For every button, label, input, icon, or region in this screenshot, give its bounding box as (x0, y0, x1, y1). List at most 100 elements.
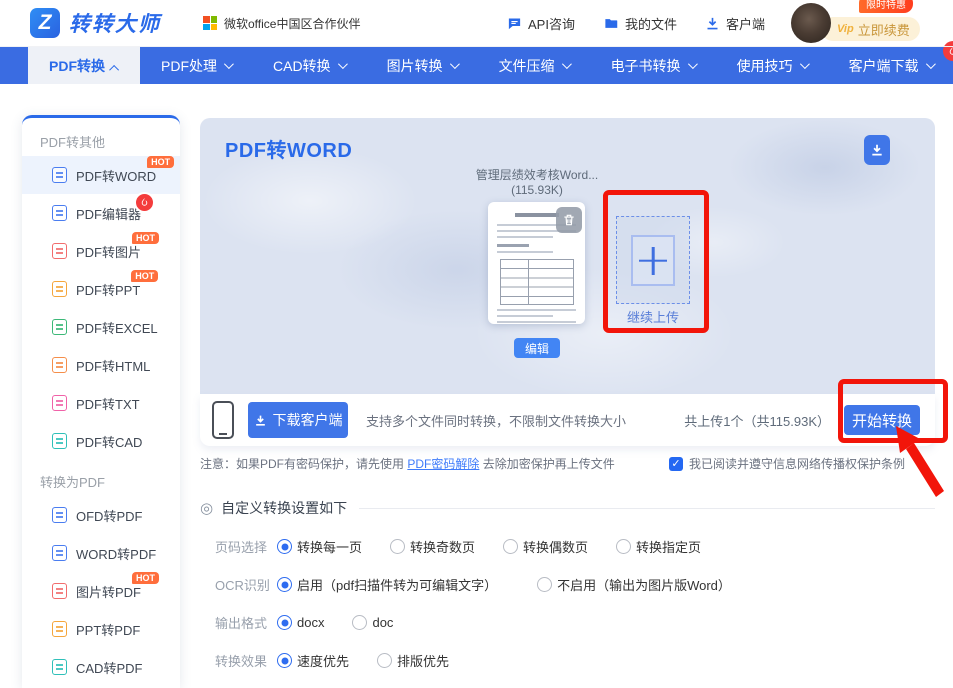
sidebar-item-word-to-pdf[interactable]: WORD转PDF (22, 534, 180, 572)
chevron-down-icon (926, 59, 936, 69)
header: Z 转转大师 微软office中国区合作伙伴 API咨询 我的文件 客户端 Vi… (0, 0, 953, 47)
radio-option[interactable]: 转换偶数页 (503, 537, 588, 556)
sidebar-item-ppt-to-pdf[interactable]: PPT转PDF (22, 610, 180, 648)
app-logo[interactable]: Z 转转大师 (30, 8, 161, 38)
ms-partner: 微软office中国区合作伙伴 (203, 15, 360, 32)
download-icon (705, 16, 720, 31)
avatar[interactable] (791, 3, 831, 43)
page-title: PDF转WORD (225, 134, 352, 163)
nav-item-pdf-convert[interactable]: PDF转换 (28, 47, 140, 84)
doc-icon (52, 319, 67, 335)
doc-icon (52, 395, 67, 411)
account-area: Vip 立即续费 限时特惠 (791, 2, 903, 44)
agreement-checkbox[interactable]: ✓ (669, 457, 683, 471)
uploaded-file-name: 管理层绩效考核Word... (115.93K) (442, 168, 632, 198)
doc-icon (52, 167, 67, 183)
settings-title-row: ◎ 自定义转换设置如下 (200, 498, 935, 518)
radio-option[interactable]: 速度优先 (277, 651, 349, 670)
hot-badge: HOT (132, 572, 159, 584)
plus-icon (631, 235, 675, 286)
api-consult-link[interactable]: API咨询 (507, 14, 575, 33)
client-download-link[interactable]: 客户端 (705, 14, 765, 33)
hot-badge: HOT (131, 270, 158, 282)
chat-icon (507, 16, 522, 31)
sidebar-section-title: 转换为PDF (40, 470, 180, 496)
sidebar-section-title: PDF转其他 (40, 130, 180, 156)
promo-badge: 限时特惠 (859, 0, 913, 13)
sidebar-item-pdf-to-cad[interactable]: PDF转CAD (22, 422, 180, 460)
radio-icon (352, 615, 367, 630)
sidebar-item-cad-to-pdf[interactable]: CAD转PDF (22, 648, 180, 686)
sidebar-item-pdf-to-word[interactable]: PDF转WORD HOT (22, 156, 180, 194)
nav-item-tips[interactable]: 使用技巧 (716, 47, 828, 84)
doc-icon (52, 357, 67, 373)
sidebar-item-pdf-to-image[interactable]: PDF转图片 HOT (22, 232, 180, 270)
radio-icon (390, 539, 405, 554)
pdf-password-remove-link[interactable]: PDF密码解除 (407, 457, 479, 471)
partner-text: 微软office中国区合作伙伴 (224, 15, 360, 32)
download-client-button[interactable]: 下载客户端 (248, 402, 348, 438)
radio-icon (537, 577, 552, 592)
sidebar-item-pdf-editor[interactable]: PDF编辑器 (22, 194, 180, 232)
chevron-up-icon (109, 64, 119, 74)
upload-count-text: 共上传1个（共115.93K） (684, 411, 830, 430)
nav-item-pdf-process[interactable]: PDF处理 (140, 47, 252, 84)
radio-option[interactable]: 转换指定页 (616, 537, 701, 556)
sidebar-item-image-to-pdf[interactable]: 图片转PDF HOT (22, 572, 180, 610)
support-text: 支持多个文件同时转换，不限制文件转换大小 (366, 411, 626, 430)
edit-button[interactable]: 编辑 (514, 338, 560, 358)
radio-selected-icon (277, 577, 292, 592)
setting-row-ocr: OCR识别 启用（pdf扫描件转为可编辑文字） 不启用（输出为图片版Word） (200, 575, 935, 594)
folder-icon (603, 16, 619, 31)
upload-panel: PDF转WORD 管理层绩效考核Word... (115.93K) (200, 118, 935, 394)
download-icon (254, 414, 267, 427)
logo-text: 转转大师 (69, 8, 161, 38)
radio-icon (377, 653, 392, 668)
agreement-text: 我已阅读并遵守信息网络传播权保护条例 (689, 455, 905, 472)
nav-item-client-download[interactable]: 客户端下载 (828, 47, 953, 84)
settings-icon: ◎ (200, 499, 213, 517)
chevron-down-icon (562, 59, 572, 69)
nav-item-ebook-convert[interactable]: 电子书转换 (590, 47, 716, 84)
radio-option[interactable]: 排版优先 (377, 651, 449, 670)
sidebar-item-pdf-to-txt[interactable]: PDF转TXT (22, 384, 180, 422)
radio-option[interactable]: 转换每一页 (277, 537, 362, 556)
radio-option[interactable]: 启用（pdf扫描件转为可编辑文字） (277, 575, 497, 594)
radio-option[interactable]: 转换奇数页 (390, 537, 475, 556)
action-bar: 下载客户端 支持多个文件同时转换，不限制文件转换大小 共上传1个（共115.93… (200, 394, 935, 446)
password-notice: 注意：如果PDF有密码保护，请先使用 PDF密码解除 去除加密保护再上传文件 (200, 455, 615, 472)
doc-icon (52, 243, 67, 259)
doc-icon (52, 545, 67, 561)
sidebar-item-ofd-to-pdf[interactable]: OFD转PDF (22, 496, 180, 534)
sidebar-item-pdf-to-ppt[interactable]: PDF转PPT HOT (22, 270, 180, 308)
microsoft-logo-icon (203, 16, 217, 30)
chevron-down-icon (800, 59, 810, 69)
chevron-down-icon (450, 59, 460, 69)
convert-button[interactable]: 开始转换 (844, 405, 920, 435)
radio-selected-icon (277, 615, 292, 630)
chevron-down-icon (338, 59, 348, 69)
renew-button[interactable]: Vip 立即续费 (821, 17, 920, 41)
sidebar: PDF转其他 PDF转WORD HOT PDF编辑器 PDF转图片 HOT PD… (22, 115, 180, 688)
phone-icon (212, 401, 234, 439)
sidebar-item-pdf-to-html[interactable]: PDF转HTML (22, 346, 180, 384)
radio-icon (503, 539, 518, 554)
doc-icon (52, 621, 67, 637)
radio-option[interactable]: docx (277, 615, 324, 630)
fire-badge-icon (134, 192, 155, 213)
radio-option[interactable]: doc (352, 615, 393, 630)
nav-item-cad-convert[interactable]: CAD转换 (252, 47, 366, 84)
doc-icon (52, 507, 67, 523)
radio-selected-icon (277, 539, 292, 554)
setting-row-page-select: 页码选择 转换每一页 转换奇数页 转换偶数页 转换指定页 (200, 537, 935, 556)
radio-option[interactable]: 不启用（输出为图片版Word） (537, 575, 731, 594)
doc-icon (52, 281, 67, 297)
my-files-link[interactable]: 我的文件 (603, 14, 677, 33)
download-all-button[interactable] (864, 135, 890, 165)
sidebar-item-pdf-to-excel[interactable]: PDF转EXCEL (22, 308, 180, 346)
nav-item-image-convert[interactable]: 图片转换 (366, 47, 478, 84)
nav-item-file-compress[interactable]: 文件压缩 (478, 47, 590, 84)
upload-more-dropzone[interactable] (616, 216, 690, 304)
delete-file-button[interactable] (556, 207, 582, 233)
conversion-settings: ◎ 自定义转换设置如下 页码选择 转换每一页 转换奇数页 转换偶数页 转换指定页… (200, 498, 935, 670)
